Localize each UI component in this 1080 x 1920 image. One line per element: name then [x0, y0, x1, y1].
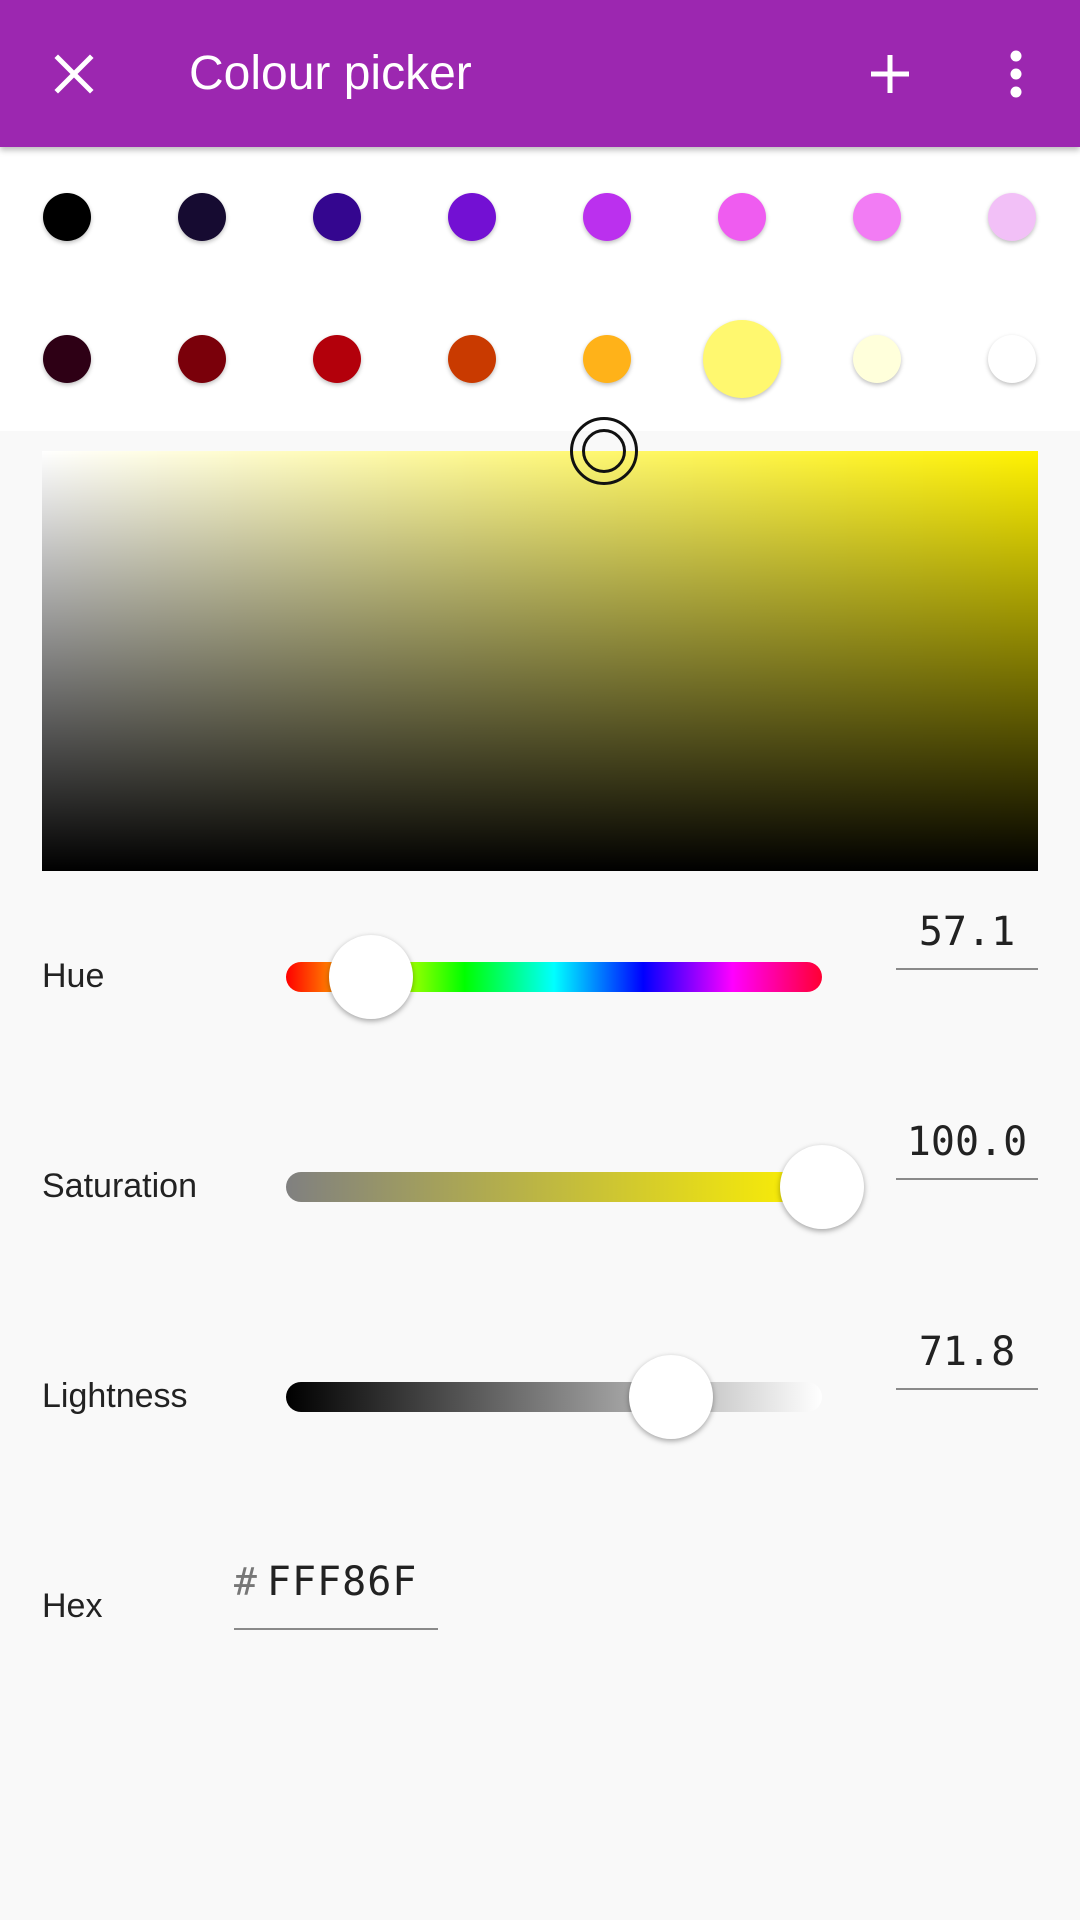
- swatch-panel: [0, 147, 1080, 431]
- hex-label: Hex: [42, 1587, 103, 1625]
- saturation-value-field[interactable]: 100.0: [896, 1114, 1038, 1180]
- lightness-label: Lightness: [42, 1377, 188, 1415]
- colour-swatch[interactable]: [43, 193, 91, 241]
- colour-swatch[interactable]: [718, 193, 766, 241]
- saturation-slider-track[interactable]: [286, 1172, 822, 1202]
- lightness-slider-track[interactable]: [286, 1382, 822, 1412]
- hex-value[interactable]: FFF86F: [267, 1559, 418, 1605]
- more-options-button[interactable]: [980, 38, 1052, 110]
- add-button[interactable]: [854, 38, 926, 110]
- colour-swatch[interactable]: [448, 335, 496, 383]
- colour-swatch[interactable]: [313, 193, 361, 241]
- colour-swatch[interactable]: [853, 193, 901, 241]
- colour-swatch[interactable]: [853, 335, 901, 383]
- add-icon: [871, 55, 909, 93]
- close-icon: [54, 54, 94, 94]
- hue-slider-thumb[interactable]: [328, 935, 413, 1019]
- lightness-slider-thumb[interactable]: [628, 1355, 713, 1439]
- lightness-value-field[interactable]: 71.8: [896, 1324, 1038, 1390]
- colour-swatch[interactable]: [448, 193, 496, 241]
- sv-black-gradient: [42, 451, 1038, 871]
- colour-swatch[interactable]: [988, 193, 1036, 241]
- colour-swatch[interactable]: [583, 335, 631, 383]
- page-title: Colour picker: [189, 47, 472, 100]
- hue-value-field[interactable]: 57.1: [896, 904, 1038, 970]
- colour-swatch[interactable]: [988, 335, 1036, 383]
- close-button[interactable]: [38, 38, 110, 110]
- colour-swatch[interactable]: [313, 335, 361, 383]
- more-vert-icon: [1010, 50, 1022, 98]
- colour-swatch[interactable]: [43, 335, 91, 383]
- hex-prefix: #: [234, 1560, 257, 1604]
- saturation-label: Saturation: [42, 1167, 197, 1205]
- colour-swatch[interactable]: [178, 335, 226, 383]
- colour-swatch-selected[interactable]: [703, 320, 781, 398]
- saturation-value-field[interactable]: [42, 451, 1038, 871]
- sv-marker[interactable]: [570, 417, 638, 485]
- hue-label: Hue: [42, 957, 105, 995]
- saturation-slider-thumb[interactable]: [780, 1145, 864, 1229]
- app-bar: Colour picker: [0, 0, 1080, 147]
- colour-swatch[interactable]: [583, 193, 631, 241]
- colour-swatch[interactable]: [178, 193, 226, 241]
- hex-input[interactable]: # FFF86F: [234, 1536, 438, 1630]
